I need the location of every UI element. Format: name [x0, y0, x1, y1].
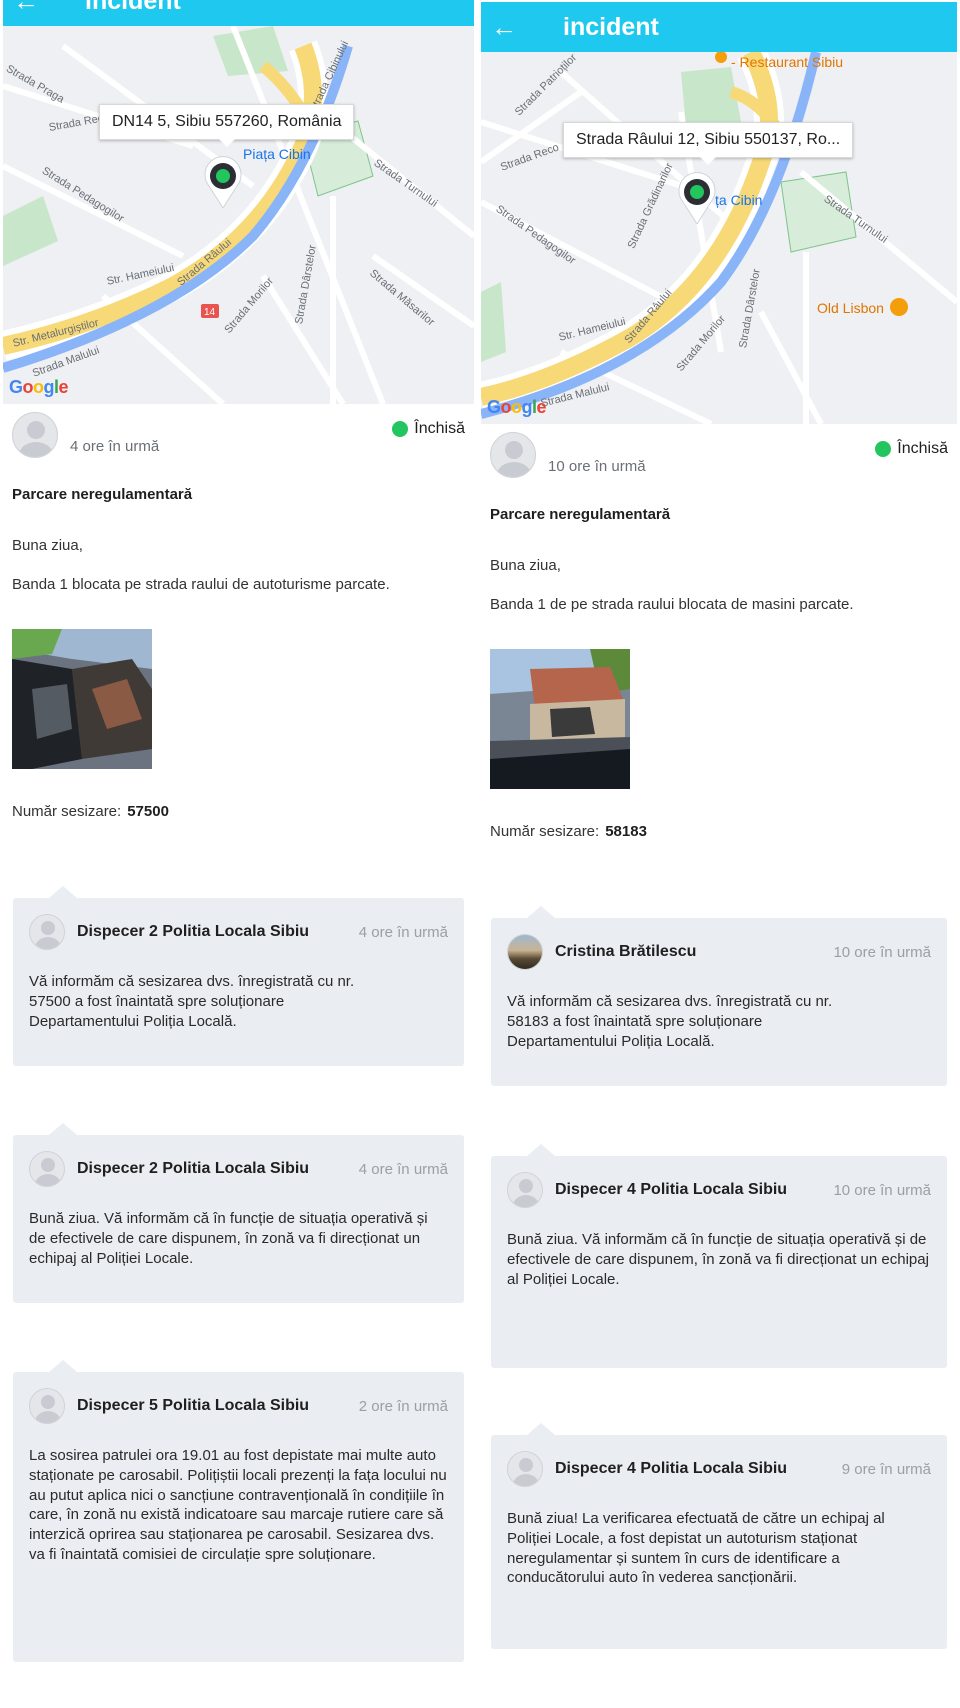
comment-author: Dispecer 2 Politia Locala Sibiu — [77, 923, 310, 940]
address-text: Strada Râului 12, Sibiu 550137, Ro... — [576, 131, 841, 148]
report-time: 10 ore în urmă — [548, 457, 646, 475]
incident-screen-right: ← incident Strada Patrioților Strada Rec… — [481, 0, 957, 1708]
app-title: incident — [85, 0, 181, 15]
app-bar: ← incident — [481, 2, 957, 52]
poi-label[interactable]: - Restaurant Sibiu — [731, 54, 843, 70]
report-text: Banda 1 de pe strada raului blocata de m… — [490, 596, 854, 613]
report-number-value: 57500 — [127, 803, 169, 820]
report-card: Închisă 10 ore în urmă Parcare neregulam… — [481, 432, 957, 841]
comment-time: 4 ore în urmă — [358, 923, 448, 941]
status-badge: Închisă — [392, 420, 465, 438]
report-greeting: Buna ziua, — [490, 557, 561, 574]
comment-card: Dispecer 5 Politia Locala Sibiu 2 ore în… — [13, 1360, 464, 1662]
status-dot-icon — [392, 421, 409, 437]
avatar — [507, 1451, 543, 1487]
comment-time: 2 ore în urmă — [358, 1397, 448, 1415]
incident-screen-left: ← incident 14 Strada Praga Strada Strada… — [3, 0, 474, 1708]
report-number-label: Număr sesizare: — [12, 803, 122, 820]
report-title: Parcare neregulamentară — [12, 486, 193, 503]
screenshot-collage: ← incident 14 Strada Praga Strada Strada… — [0, 0, 960, 1708]
poi-restaurant[interactable]: Old Lisbon — [817, 300, 884, 316]
street-photo-image — [12, 629, 152, 769]
status-badge: Închisă — [875, 440, 948, 458]
report-text: Banda 1 blocata pe strada raului de auto… — [12, 576, 390, 593]
route-badge: 14 — [204, 307, 216, 318]
comment-author: Dispecer 5 Politia Locala Sibiu — [77, 1397, 310, 1414]
avatar — [490, 432, 536, 478]
comment-body: La sosirea patrulei ora 19.01 au fost de… — [29, 1447, 447, 1563]
comment-author: Dispecer 2 Politia Locala Sibiu — [77, 1160, 310, 1177]
comment-author: Cristina Brătilescu — [555, 943, 697, 960]
address-callout[interactable]: DN14 5, Sibiu 557260, România — [99, 104, 355, 147]
poi-label[interactable]: Piața Cibin — [243, 146, 311, 162]
street-photo-image — [490, 649, 630, 789]
avatar — [12, 412, 58, 458]
avatar — [29, 914, 65, 950]
comment-card: Dispecer 4 Politia Locala Sibiu 10 ore î… — [491, 1144, 947, 1368]
comment-card: Dispecer 4 Politia Locala Sibiu 9 ore în… — [491, 1423, 947, 1649]
avatar — [507, 934, 543, 970]
location-pin-icon — [678, 172, 716, 224]
comment-body: Vă informăm că sesizarea dvs. înregistra… — [507, 993, 833, 1050]
comment-time: 10 ore în urmă — [833, 1181, 931, 1199]
comment-time: 9 ore în urmă — [841, 1460, 931, 1478]
comment-card: Dispecer 2 Politia Locala Sibiu 4 ore în… — [13, 886, 464, 1066]
poi-label[interactable]: ța Cibin — [715, 192, 762, 208]
comment-time: 4 ore în urmă — [358, 1160, 448, 1178]
comment-body: Bună ziua. Vă informăm că în funcție de … — [29, 1210, 428, 1267]
avatar — [29, 1388, 65, 1424]
back-arrow-icon[interactable]: ← — [3, 0, 49, 17]
report-card: Închisă 4 ore în urmă Parcare neregulame… — [3, 412, 474, 821]
google-logo: Google — [9, 377, 69, 397]
status-text: Închisă — [414, 420, 465, 437]
comment-card: Cristina Brătilescu 10 ore în urmă Vă in… — [491, 906, 947, 1086]
app-bar: ← incident — [3, 0, 474, 26]
address-text: DN14 5, Sibiu 557260, România — [112, 113, 342, 130]
report-number: Număr sesizare: 57500 — [12, 803, 465, 821]
report-greeting: Buna ziua, — [12, 537, 83, 554]
back-arrow-icon[interactable]: ← — [481, 12, 527, 43]
status-text: Închisă — [897, 440, 948, 457]
comment-body: Bună ziua! La verificarea efectuată de c… — [507, 1510, 885, 1587]
report-time: 4 ore în urmă — [70, 437, 160, 455]
comment-card: Dispecer 2 Politia Locala Sibiu 4 ore în… — [13, 1123, 464, 1303]
google-logo: Google — [487, 397, 547, 417]
report-photo[interactable] — [490, 649, 630, 789]
status-dot-icon — [875, 441, 892, 457]
map-view[interactable]: 14 Strada Praga Strada Reconstrucției St… — [3, 26, 474, 404]
avatar — [29, 1151, 65, 1187]
avatar — [507, 1172, 543, 1208]
app-title: incident — [563, 12, 659, 41]
report-number-value: 58183 — [605, 823, 647, 840]
comment-body: Vă informăm că sesizarea dvs. înregistra… — [29, 973, 355, 1030]
report-title: Parcare neregulamentară — [490, 506, 671, 523]
comment-time: 10 ore în urmă — [833, 943, 931, 961]
report-photo[interactable] — [12, 629, 152, 769]
map-graphic: 14 — [3, 26, 474, 404]
comment-author: Dispecer 4 Politia Locala Sibiu — [555, 1460, 788, 1477]
map-view[interactable]: Strada Patrioților Strada Reco Strada Pe… — [481, 52, 957, 424]
comment-body: Bună ziua. Vă informăm că în funcție de … — [507, 1231, 929, 1288]
report-number: Număr sesizare: 58183 — [490, 823, 948, 841]
location-pin-icon — [204, 156, 242, 208]
report-number-label: Număr sesizare: — [490, 823, 600, 840]
comment-author: Dispecer 4 Politia Locala Sibiu — [555, 1181, 788, 1198]
address-callout[interactable]: Strada Râului 12, Sibiu 550137, Ro... — [563, 122, 854, 165]
